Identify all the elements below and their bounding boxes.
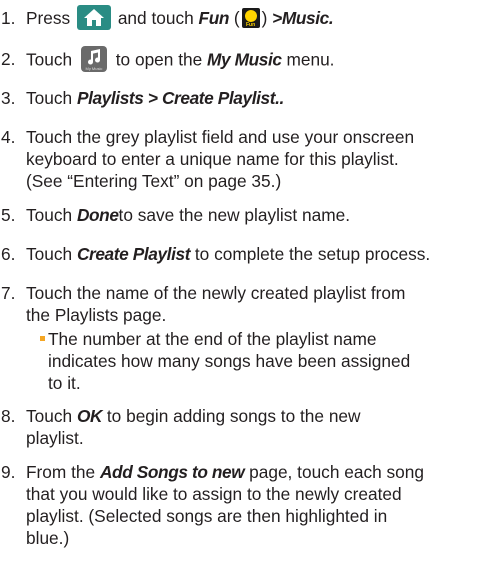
step-text: Touch the grey playlist field and use yo… [26, 127, 415, 191]
step-number: 8. [1, 406, 16, 426]
step-text: Touch OK to begin adding songs to the ne… [26, 406, 361, 448]
step-text: From the Add Songs to new page, touch ea… [26, 462, 424, 548]
step-text: Touch the name of the newly created play… [26, 283, 406, 325]
step-number: 4. [1, 127, 16, 147]
step-text: Touch Playlists > Create Playlist.. [26, 88, 284, 108]
step-number: 6. [1, 244, 16, 264]
step-number: 2. [1, 49, 16, 69]
bullet-square-icon [40, 336, 45, 341]
step-number: 7. [1, 283, 16, 303]
step-number: 5. [1, 205, 16, 225]
step-number: 1. [1, 8, 16, 28]
step-number: 3. [1, 88, 16, 108]
step-text: Touch My Music to open the My Music menu… [26, 46, 480, 74]
fun-icon: Fun [241, 7, 260, 28]
step-text: Touch Doneto save the new playlist name. [26, 205, 351, 225]
music-note-icon: My Music [80, 46, 107, 72]
step-text: Press and touch Fun (Fun) >Music. [26, 5, 480, 32]
step-text: Touch Create Playlist to complete the se… [26, 244, 431, 264]
home-icon [77, 5, 111, 30]
step-number: 9. [1, 462, 16, 482]
